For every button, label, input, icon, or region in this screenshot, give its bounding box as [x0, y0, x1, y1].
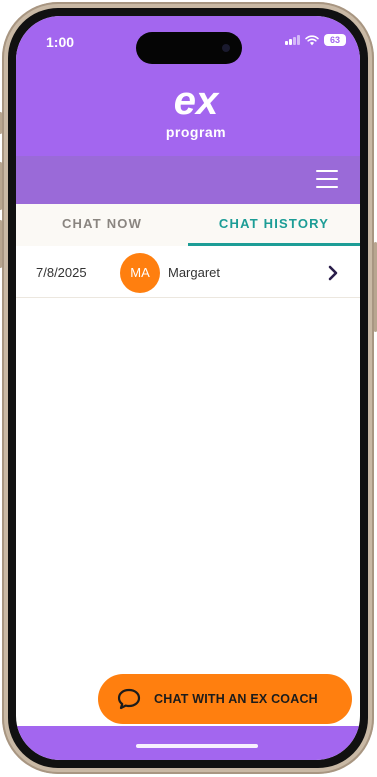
side-button-left-1 [0, 112, 2, 134]
chat-with-coach-button[interactable]: CHAT WITH AN EX COACH [98, 674, 352, 724]
hamburger-menu-icon[interactable] [316, 170, 338, 188]
app-screen: 1:00 63 ex program CHAT NOW CHAT HISTORY… [16, 16, 360, 760]
chevron-right-icon [328, 265, 338, 281]
phone-frame: 1:00 63 ex program CHAT NOW CHAT HISTORY… [0, 2, 377, 774]
phone-bezel: 1:00 63 ex program CHAT NOW CHAT HISTORY… [8, 8, 368, 768]
status-time: 1:00 [46, 34, 75, 50]
side-button-left-2 [0, 162, 2, 210]
logo-mark-text: ex [174, 79, 220, 123]
coach-name: Margaret [168, 265, 221, 280]
list-item[interactable]: 7/8/2025 MA Margaret [16, 248, 360, 298]
chat-bubble-icon [117, 688, 141, 710]
toolbar [16, 156, 360, 204]
ex-logo-mark: ex [174, 79, 220, 123]
cta-label: CHAT WITH AN EX COACH [154, 692, 318, 706]
ex-program-logo: ex program [156, 76, 236, 140]
app-header: 1:00 63 ex program [16, 16, 360, 156]
avatar: MA [120, 253, 160, 293]
tab-chat-now[interactable]: CHAT NOW [16, 204, 188, 246]
logo-word: program [165, 124, 227, 140]
home-indicator[interactable] [136, 744, 258, 748]
status-icons: 63 [285, 34, 346, 46]
wifi-icon [305, 34, 319, 45]
chat-date: 7/8/2025 [36, 265, 87, 280]
battery-icon: 63 [324, 34, 346, 46]
bottom-bar [16, 726, 360, 760]
signal-icon [285, 35, 300, 45]
tab-chat-history[interactable]: CHAT HISTORY [188, 204, 360, 246]
tab-bar: CHAT NOW CHAT HISTORY [16, 204, 360, 246]
dynamic-island [136, 32, 242, 64]
camera-icon [222, 44, 230, 52]
side-button-left-3 [0, 220, 2, 268]
